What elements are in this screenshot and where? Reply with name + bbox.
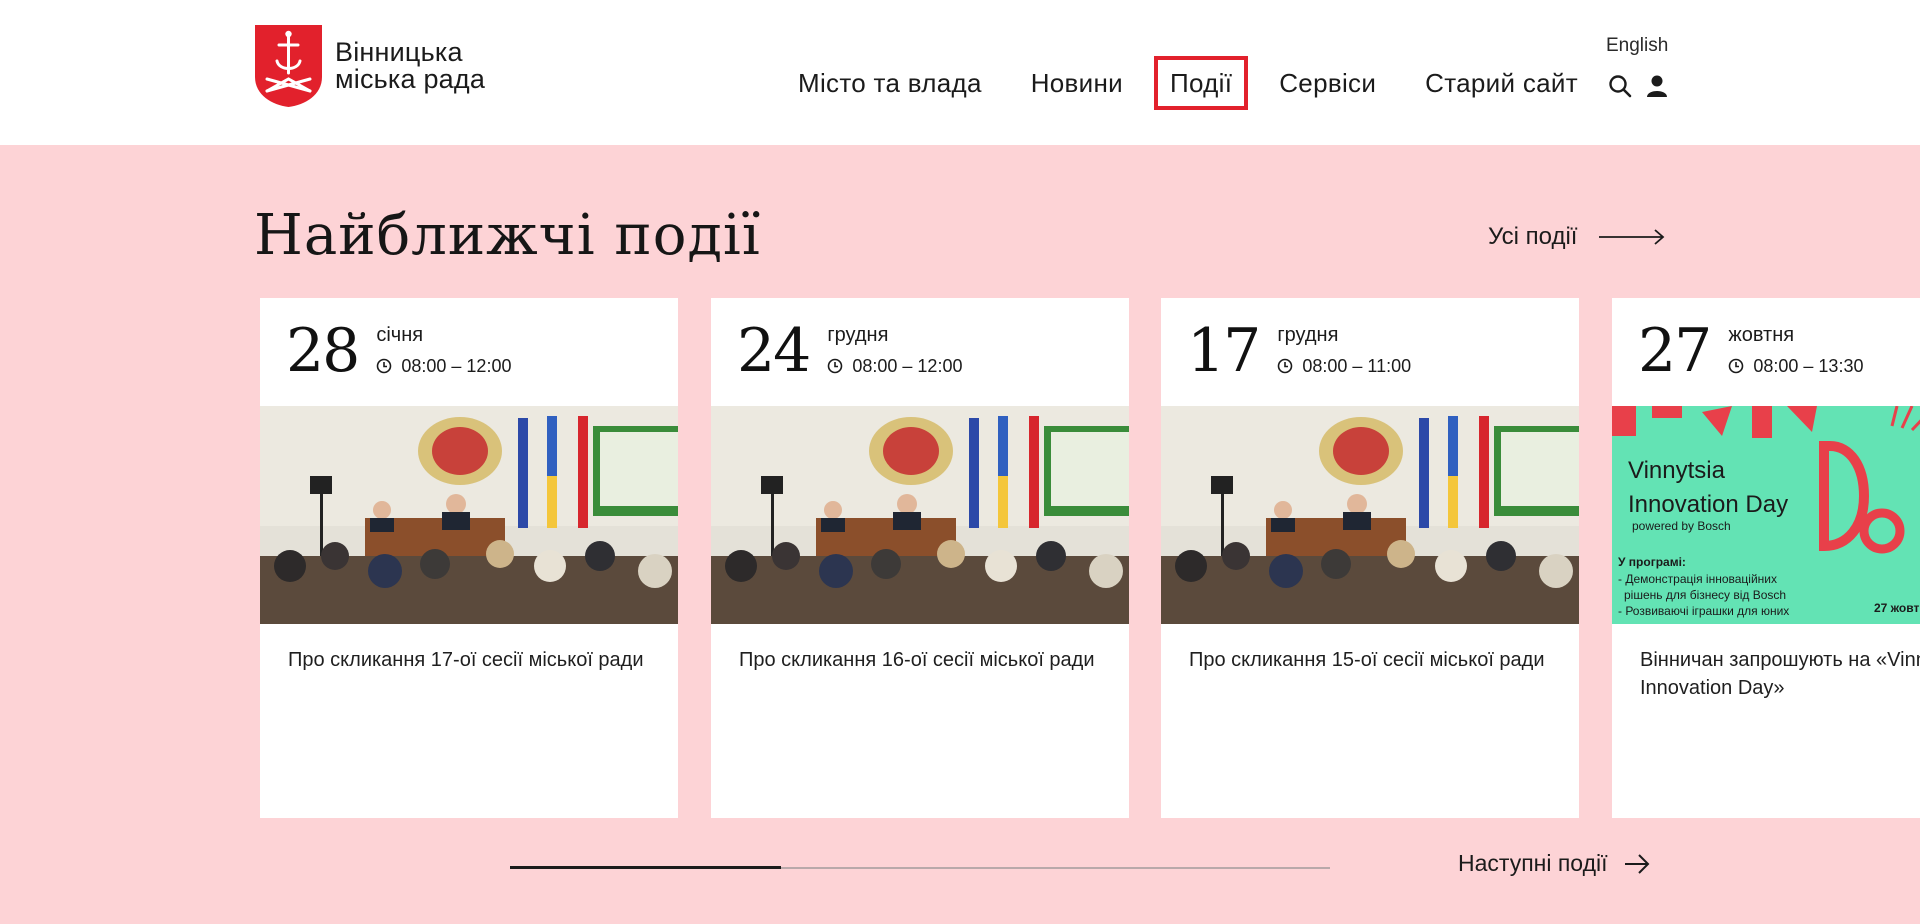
clock-icon [377, 358, 392, 374]
event-time: 08:00 – 12:00 [852, 356, 963, 376]
arrow-right-icon [1624, 853, 1649, 874]
event-date: 28 січня 08:00 – 12:00 [286, 316, 511, 386]
event-date-meta: жовтня 08:00 – 13:30 [1728, 324, 1863, 376]
event-day: 24 [737, 316, 811, 386]
poster-program-1: - Демонстрація інноваційних [1618, 572, 1777, 586]
city-coat-of-arms-icon [255, 25, 322, 107]
council-session-photo [260, 406, 678, 624]
event-month: грудня [1277, 324, 1339, 346]
clock-icon [1729, 358, 1744, 374]
event-date-meta: грудня 08:00 – 12:00 [827, 324, 962, 376]
main-nav: Місто та влада Новини Події Сервіси Стар… [780, 52, 1609, 114]
event-day: 17 [1187, 316, 1261, 386]
logo-text: Вінницька міська рада [335, 39, 485, 93]
event-title[interactable]: Вінничан запрошують на «Vinnytsia Innova… [1640, 646, 1920, 702]
site-logo[interactable]: Вінницька міська рада [255, 25, 485, 107]
council-session-photo [711, 406, 1129, 624]
section-title: Найближчі події [254, 203, 761, 268]
event-date: 24 грудня 08:00 – 12:00 [737, 316, 962, 386]
event-card[interactable]: 24 грудня 08:00 – 12:00 Про скликання 16… [711, 298, 1129, 818]
poster-program-3: - Розвиваючі іграшки для юних [1618, 604, 1789, 618]
event-day: 28 [286, 316, 360, 386]
language-switch-english[interactable]: English [1606, 35, 1668, 57]
innovation-day-poster: Vinnytsia Innovation Day powered by Bosc… [1612, 406, 1920, 624]
next-events-button[interactable]: Наступні події [1458, 850, 1650, 877]
poster-program-title: У програмі: [1618, 555, 1686, 569]
logo-line-2: міська рада [335, 64, 486, 94]
poster-date: 27 жовт [1874, 601, 1919, 615]
event-time: 08:00 – 13:30 [1753, 356, 1864, 376]
event-day: 27 [1638, 316, 1712, 386]
long-arrow-right-icon [1599, 229, 1665, 245]
poster-line-2: Innovation Day [1628, 491, 1788, 518]
all-events-link[interactable]: Усі події [1488, 223, 1665, 251]
all-events-label: Усі події [1488, 223, 1578, 250]
event-date-meta: січня 08:00 – 12:00 [376, 324, 511, 376]
nav-item-news[interactable]: Новини [1013, 52, 1141, 114]
poster-program-2: рішень для бізнесу від Bosch [1624, 588, 1786, 602]
logo-line-1: Вінницька [335, 37, 463, 67]
event-time-row: 08:00 – 12:00 [376, 356, 511, 376]
clock-icon [1278, 358, 1293, 374]
event-time: 08:00 – 12:00 [401, 356, 512, 376]
site-header: Вінницька міська рада Місто та влада Нов… [0, 0, 1920, 145]
event-title[interactable]: Про скликання 15-ої сесії міської ради [1189, 646, 1549, 674]
nav-item-services[interactable]: Сервіси [1261, 52, 1394, 114]
event-card[interactable]: 28 січня 08:00 – 12:00 Про скликання 17-… [260, 298, 678, 818]
nav-item-old-site[interactable]: Старий сайт [1407, 52, 1596, 114]
event-date-meta: грудня 08:00 – 11:00 [1277, 324, 1411, 376]
event-date: 27 жовтня 08:00 – 13:30 [1638, 316, 1863, 386]
next-events-label: Наступні події [1458, 850, 1608, 876]
council-session-photo [1161, 406, 1579, 624]
user-account-icon[interactable] [1645, 74, 1669, 98]
poster-powered: powered by Bosch [1632, 519, 1731, 533]
event-time: 08:00 – 11:00 [1302, 356, 1412, 376]
poster-line-1: Vinnytsia [1628, 457, 1726, 484]
event-title[interactable]: Про скликання 17-ої сесії міської ради [288, 646, 648, 674]
event-date: 17 грудня 08:00 – 11:00 [1187, 316, 1411, 386]
carousel-progress-bar [510, 866, 1330, 869]
event-time-row: 08:00 – 13:30 [1728, 356, 1863, 376]
carousel-progress-fill [510, 866, 781, 869]
event-time-row: 08:00 – 11:00 [1277, 356, 1411, 376]
event-time-row: 08:00 – 12:00 [827, 356, 962, 376]
event-month: грудня [827, 324, 889, 346]
upcoming-events-section: Найближчі події Усі події 28 січня 08:00… [0, 145, 1920, 924]
clock-icon [828, 358, 843, 374]
event-card[interactable]: 17 грудня 08:00 – 11:00 Про скликання 15… [1161, 298, 1579, 818]
event-card[interactable]: 27 жовтня 08:00 – 13:30 Vinnytsia Innova… [1612, 298, 1920, 818]
search-icon[interactable] [1608, 74, 1632, 98]
event-month: жовтня [1728, 324, 1795, 346]
nav-item-city-and-government[interactable]: Місто та влада [780, 52, 1000, 114]
nav-item-events[interactable]: Події [1153, 56, 1249, 110]
event-title[interactable]: Про скликання 16-ої сесії міської ради [739, 646, 1099, 674]
event-month: січня [376, 324, 424, 346]
